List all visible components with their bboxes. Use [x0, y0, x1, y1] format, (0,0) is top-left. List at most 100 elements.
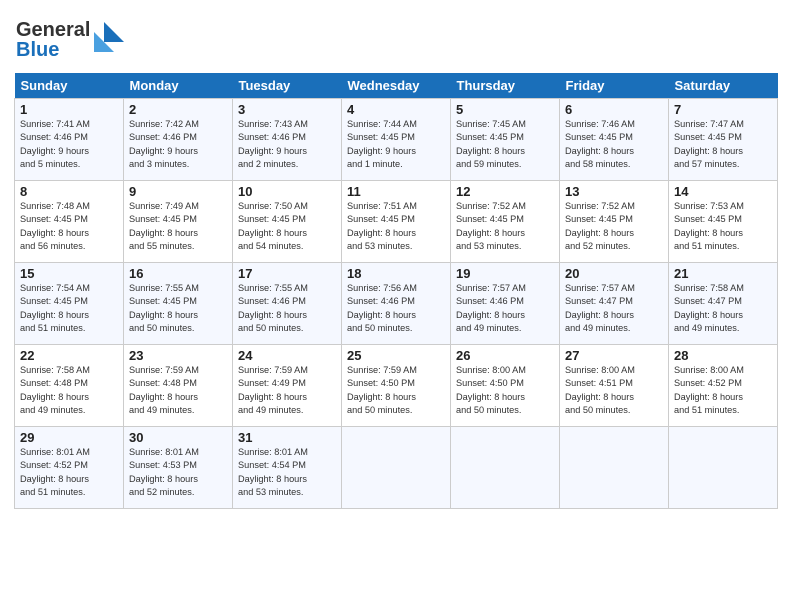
day-number: 11: [347, 184, 445, 199]
day-info: Sunrise: 7:58 AM Sunset: 4:47 PM Dayligh…: [674, 282, 772, 335]
calendar-cell: 7Sunrise: 7:47 AM Sunset: 4:45 PM Daylig…: [669, 99, 778, 181]
calendar-cell: 19Sunrise: 7:57 AM Sunset: 4:46 PM Dayli…: [451, 263, 560, 345]
calendar-cell: 18Sunrise: 7:56 AM Sunset: 4:46 PM Dayli…: [342, 263, 451, 345]
day-info: Sunrise: 7:45 AM Sunset: 4:45 PM Dayligh…: [456, 118, 554, 171]
day-info: Sunrise: 7:56 AM Sunset: 4:46 PM Dayligh…: [347, 282, 445, 335]
day-info: Sunrise: 7:55 AM Sunset: 4:45 PM Dayligh…: [129, 282, 227, 335]
col-header-thursday: Thursday: [451, 73, 560, 99]
day-number: 30: [129, 430, 227, 445]
day-number: 21: [674, 266, 772, 281]
day-number: 27: [565, 348, 663, 363]
calendar-cell: 5Sunrise: 7:45 AM Sunset: 4:45 PM Daylig…: [451, 99, 560, 181]
day-info: Sunrise: 7:41 AM Sunset: 4:46 PM Dayligh…: [20, 118, 118, 171]
calendar-cell: 11Sunrise: 7:51 AM Sunset: 4:45 PM Dayli…: [342, 181, 451, 263]
day-info: Sunrise: 7:55 AM Sunset: 4:46 PM Dayligh…: [238, 282, 336, 335]
calendar-cell: 27Sunrise: 8:00 AM Sunset: 4:51 PM Dayli…: [560, 345, 669, 427]
day-number: 22: [20, 348, 118, 363]
day-number: 9: [129, 184, 227, 199]
header-row: SundayMondayTuesdayWednesdayThursdayFrid…: [15, 73, 778, 99]
day-number: 25: [347, 348, 445, 363]
day-info: Sunrise: 7:59 AM Sunset: 4:49 PM Dayligh…: [238, 364, 336, 417]
day-number: 2: [129, 102, 227, 117]
day-number: 10: [238, 184, 336, 199]
calendar-cell: 13Sunrise: 7:52 AM Sunset: 4:45 PM Dayli…: [560, 181, 669, 263]
calendar-cell: 31Sunrise: 8:01 AM Sunset: 4:54 PM Dayli…: [233, 427, 342, 509]
day-info: Sunrise: 7:44 AM Sunset: 4:45 PM Dayligh…: [347, 118, 445, 171]
day-info: Sunrise: 8:00 AM Sunset: 4:52 PM Dayligh…: [674, 364, 772, 417]
day-number: 28: [674, 348, 772, 363]
col-header-wednesday: Wednesday: [342, 73, 451, 99]
day-info: Sunrise: 8:01 AM Sunset: 4:54 PM Dayligh…: [238, 446, 336, 499]
day-number: 3: [238, 102, 336, 117]
day-number: 23: [129, 348, 227, 363]
svg-text:Blue: Blue: [16, 39, 59, 61]
day-info: Sunrise: 7:53 AM Sunset: 4:45 PM Dayligh…: [674, 200, 772, 253]
col-header-friday: Friday: [560, 73, 669, 99]
day-number: 1: [20, 102, 118, 117]
week-row-4: 22Sunrise: 7:58 AM Sunset: 4:48 PM Dayli…: [15, 345, 778, 427]
day-number: 19: [456, 266, 554, 281]
calendar-cell: [560, 427, 669, 509]
day-info: Sunrise: 7:46 AM Sunset: 4:45 PM Dayligh…: [565, 118, 663, 171]
day-info: Sunrise: 7:54 AM Sunset: 4:45 PM Dayligh…: [20, 282, 118, 335]
day-info: Sunrise: 7:57 AM Sunset: 4:46 PM Dayligh…: [456, 282, 554, 335]
day-info: Sunrise: 7:59 AM Sunset: 4:48 PM Dayligh…: [129, 364, 227, 417]
day-number: 17: [238, 266, 336, 281]
day-info: Sunrise: 7:43 AM Sunset: 4:46 PM Dayligh…: [238, 118, 336, 171]
day-number: 5: [456, 102, 554, 117]
calendar-cell: 14Sunrise: 7:53 AM Sunset: 4:45 PM Dayli…: [669, 181, 778, 263]
day-info: Sunrise: 7:42 AM Sunset: 4:46 PM Dayligh…: [129, 118, 227, 171]
day-number: 15: [20, 266, 118, 281]
day-info: Sunrise: 7:47 AM Sunset: 4:45 PM Dayligh…: [674, 118, 772, 171]
svg-text:General: General: [16, 19, 90, 41]
day-number: 26: [456, 348, 554, 363]
calendar-cell: 9Sunrise: 7:49 AM Sunset: 4:45 PM Daylig…: [124, 181, 233, 263]
day-info: Sunrise: 7:59 AM Sunset: 4:50 PM Dayligh…: [347, 364, 445, 417]
calendar-cell: 17Sunrise: 7:55 AM Sunset: 4:46 PM Dayli…: [233, 263, 342, 345]
page-container: General Blue SundayMondayTuesdayWednesda…: [0, 0, 792, 519]
calendar-cell: 16Sunrise: 7:55 AM Sunset: 4:45 PM Dayli…: [124, 263, 233, 345]
day-number: 24: [238, 348, 336, 363]
day-number: 18: [347, 266, 445, 281]
header: General Blue: [14, 10, 778, 67]
day-number: 12: [456, 184, 554, 199]
calendar-cell: 12Sunrise: 7:52 AM Sunset: 4:45 PM Dayli…: [451, 181, 560, 263]
col-header-sunday: Sunday: [15, 73, 124, 99]
calendar-cell: 2Sunrise: 7:42 AM Sunset: 4:46 PM Daylig…: [124, 99, 233, 181]
week-row-2: 8Sunrise: 7:48 AM Sunset: 4:45 PM Daylig…: [15, 181, 778, 263]
calendar-cell: 6Sunrise: 7:46 AM Sunset: 4:45 PM Daylig…: [560, 99, 669, 181]
logo-text: General Blue: [14, 14, 124, 67]
calendar-cell: 20Sunrise: 7:57 AM Sunset: 4:47 PM Dayli…: [560, 263, 669, 345]
day-number: 7: [674, 102, 772, 117]
day-info: Sunrise: 7:51 AM Sunset: 4:45 PM Dayligh…: [347, 200, 445, 253]
day-info: Sunrise: 7:52 AM Sunset: 4:45 PM Dayligh…: [456, 200, 554, 253]
day-number: 14: [674, 184, 772, 199]
logo: General Blue: [14, 14, 124, 67]
calendar-cell: 15Sunrise: 7:54 AM Sunset: 4:45 PM Dayli…: [15, 263, 124, 345]
week-row-1: 1Sunrise: 7:41 AM Sunset: 4:46 PM Daylig…: [15, 99, 778, 181]
calendar-cell: 30Sunrise: 8:01 AM Sunset: 4:53 PM Dayli…: [124, 427, 233, 509]
day-number: 13: [565, 184, 663, 199]
calendar-cell: 24Sunrise: 7:59 AM Sunset: 4:49 PM Dayli…: [233, 345, 342, 427]
day-number: 4: [347, 102, 445, 117]
calendar-cell: 28Sunrise: 8:00 AM Sunset: 4:52 PM Dayli…: [669, 345, 778, 427]
day-info: Sunrise: 7:52 AM Sunset: 4:45 PM Dayligh…: [565, 200, 663, 253]
day-number: 8: [20, 184, 118, 199]
day-info: Sunrise: 8:01 AM Sunset: 4:53 PM Dayligh…: [129, 446, 227, 499]
day-info: Sunrise: 8:00 AM Sunset: 4:50 PM Dayligh…: [456, 364, 554, 417]
col-header-monday: Monday: [124, 73, 233, 99]
day-info: Sunrise: 8:01 AM Sunset: 4:52 PM Dayligh…: [20, 446, 118, 499]
calendar-cell: 4Sunrise: 7:44 AM Sunset: 4:45 PM Daylig…: [342, 99, 451, 181]
week-row-5: 29Sunrise: 8:01 AM Sunset: 4:52 PM Dayli…: [15, 427, 778, 509]
calendar-table: SundayMondayTuesdayWednesdayThursdayFrid…: [14, 73, 778, 509]
day-number: 16: [129, 266, 227, 281]
calendar-cell: 1Sunrise: 7:41 AM Sunset: 4:46 PM Daylig…: [15, 99, 124, 181]
col-header-saturday: Saturday: [669, 73, 778, 99]
calendar-cell: 3Sunrise: 7:43 AM Sunset: 4:46 PM Daylig…: [233, 99, 342, 181]
day-info: Sunrise: 7:48 AM Sunset: 4:45 PM Dayligh…: [20, 200, 118, 253]
col-header-tuesday: Tuesday: [233, 73, 342, 99]
calendar-cell: 10Sunrise: 7:50 AM Sunset: 4:45 PM Dayli…: [233, 181, 342, 263]
calendar-cell: [669, 427, 778, 509]
day-info: Sunrise: 8:00 AM Sunset: 4:51 PM Dayligh…: [565, 364, 663, 417]
calendar-cell: 21Sunrise: 7:58 AM Sunset: 4:47 PM Dayli…: [669, 263, 778, 345]
